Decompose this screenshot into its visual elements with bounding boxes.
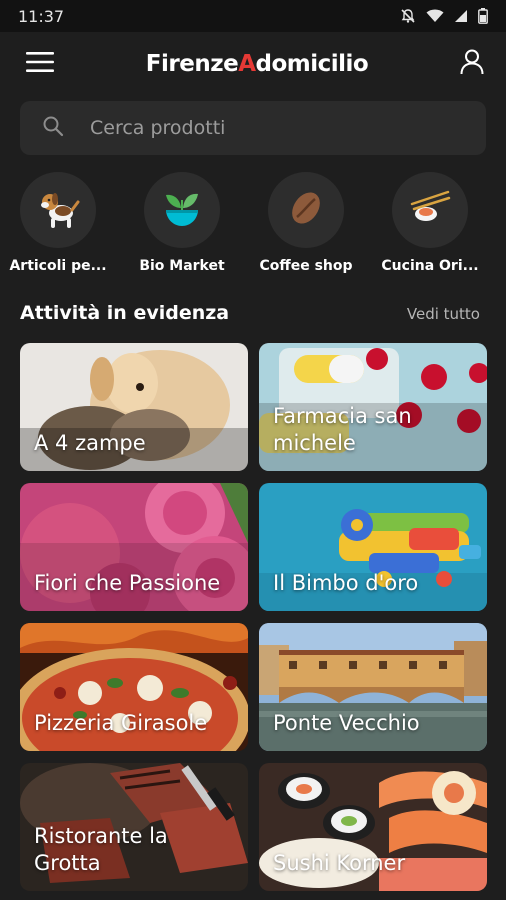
featured-card[interactable]: A 4 zampe [20, 343, 248, 471]
card-title: Il Bimbo d'oro [273, 571, 419, 595]
card-title: Pizzeria Girasole [34, 711, 208, 735]
category-label: Bio Market [139, 258, 225, 274]
dog-icon [36, 186, 80, 235]
category-list: Articoli pe... Bio Market Coffee shop Cu… [0, 172, 506, 282]
notifications-off-icon [400, 8, 416, 24]
category-circle [268, 172, 344, 248]
see-all-link[interactable]: Vedi tutto [407, 305, 480, 323]
battery-icon [478, 8, 488, 24]
category-item-coffee-shop[interactable]: Coffee shop [244, 172, 368, 274]
status-bar: 11:37 [0, 0, 506, 32]
category-label: Coffee shop [259, 258, 353, 274]
card-title: Sushi Korner [273, 851, 406, 875]
sprout-bowl-icon [160, 186, 204, 235]
category-label: Articoli pe... [9, 258, 107, 274]
app-logo[interactable]: FirenzeAdomicilio [145, 51, 369, 77]
featured-card[interactable]: Pizzeria Girasole [20, 623, 248, 751]
featured-card[interactable]: Il Bimbo d'oro [259, 483, 487, 611]
card-title: A 4 zampe [34, 431, 146, 455]
coffee-bean-icon [284, 186, 328, 235]
category-item-pets[interactable]: Articoli pe... [0, 172, 120, 274]
signal-icon [454, 9, 468, 23]
featured-card[interactable]: Ponte Vecchio [259, 623, 487, 751]
category-label: Cucina Ori... [381, 258, 479, 274]
logo-accent: A [238, 51, 256, 77]
app-bar: FirenzeAdomicilio [0, 32, 506, 96]
card-title: Fiori che Passione [34, 571, 221, 595]
search-placeholder: Cerca prodotti [90, 117, 226, 139]
featured-card[interactable]: Ristorante la Grotta [20, 763, 248, 891]
status-time: 11:37 [18, 6, 65, 26]
featured-card[interactable]: Fiori che Passione [20, 483, 248, 611]
wifi-icon [426, 9, 444, 23]
user-profile-icon[interactable] [460, 49, 484, 80]
card-title: Farmacia san michele [273, 404, 412, 455]
featured-card[interactable]: Sushi Korner [259, 763, 487, 891]
logo-part-1: Firenze [145, 51, 239, 77]
search-input[interactable]: Cerca prodotti [20, 101, 486, 155]
hamburger-menu-icon[interactable] [26, 51, 54, 78]
category-circle [392, 172, 468, 248]
card-title: Ristorante la Grotta [34, 824, 168, 875]
sushi-chopsticks-icon [408, 186, 452, 235]
featured-card[interactable]: Farmacia san michele [259, 343, 487, 471]
category-item-oriental-cuisine[interactable]: Cucina Ori... [368, 172, 492, 274]
status-icons [400, 8, 488, 24]
search-icon [42, 115, 64, 142]
category-circle [144, 172, 220, 248]
section-title: Attività in evidenza [20, 302, 230, 324]
category-item-bio-market[interactable]: Bio Market [120, 172, 244, 274]
category-circle [20, 172, 96, 248]
logo-part-2: domicilio [255, 51, 369, 77]
card-title: Ponte Vecchio [273, 711, 420, 735]
